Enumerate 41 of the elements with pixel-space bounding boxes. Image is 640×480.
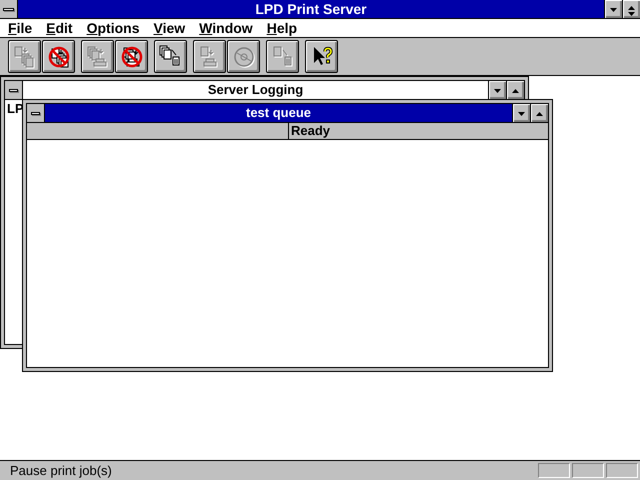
maximize-button[interactable]	[506, 81, 524, 99]
menu-item[interactable]: Help	[260, 19, 304, 37]
minimize-button[interactable]	[604, 0, 622, 18]
up-triangle-icon	[536, 112, 543, 116]
app-title: LPD Print Server	[254, 0, 368, 18]
up-triangle-icon	[512, 88, 519, 92]
status-panel	[538, 463, 570, 478]
down-triangle-icon	[610, 8, 617, 12]
status-panel	[572, 463, 604, 478]
documents-trash-icon	[159, 45, 179, 65]
minimize-button[interactable]	[512, 104, 530, 122]
disc-icon	[234, 46, 254, 66]
menu-item[interactable]: Options	[80, 19, 146, 37]
minimize-button[interactable]	[488, 81, 506, 99]
documents-arrow-icon	[14, 46, 33, 67]
down-triangle-icon	[518, 112, 525, 116]
status-text: Pause print job(s)	[10, 463, 113, 478]
toolbar-button[interactable]	[115, 40, 148, 73]
menu-item[interactable]: View	[147, 19, 192, 37]
status-panel	[606, 463, 638, 478]
window-title: test queue	[45, 104, 512, 122]
app-system-menu-button[interactable]	[0, 0, 18, 18]
up-down-triangles-icon	[628, 6, 635, 16]
printer-prohibited-icon	[121, 46, 142, 67]
toolbar-button[interactable]	[154, 40, 187, 73]
system-menu-button[interactable]	[5, 81, 23, 99]
menu-item[interactable]: File	[2, 19, 38, 37]
toolbar-button[interactable]	[305, 40, 338, 73]
down-triangle-icon	[494, 88, 501, 92]
documents-printer-icon	[87, 46, 106, 66]
column-header: Ready	[290, 123, 330, 139]
document-trash-icon	[273, 46, 291, 65]
maximize-button[interactable]	[530, 104, 548, 122]
menu-item[interactable]: Edit	[40, 19, 79, 37]
toolbar-button[interactable]	[42, 40, 75, 73]
system-menu-button[interactable]	[27, 104, 45, 122]
documents-prohibited-icon	[48, 46, 69, 67]
document-printer-icon	[200, 46, 216, 66]
menu-item[interactable]: Window	[193, 19, 259, 37]
pointer-help-icon	[314, 46, 332, 64]
restore-button[interactable]	[622, 0, 640, 18]
